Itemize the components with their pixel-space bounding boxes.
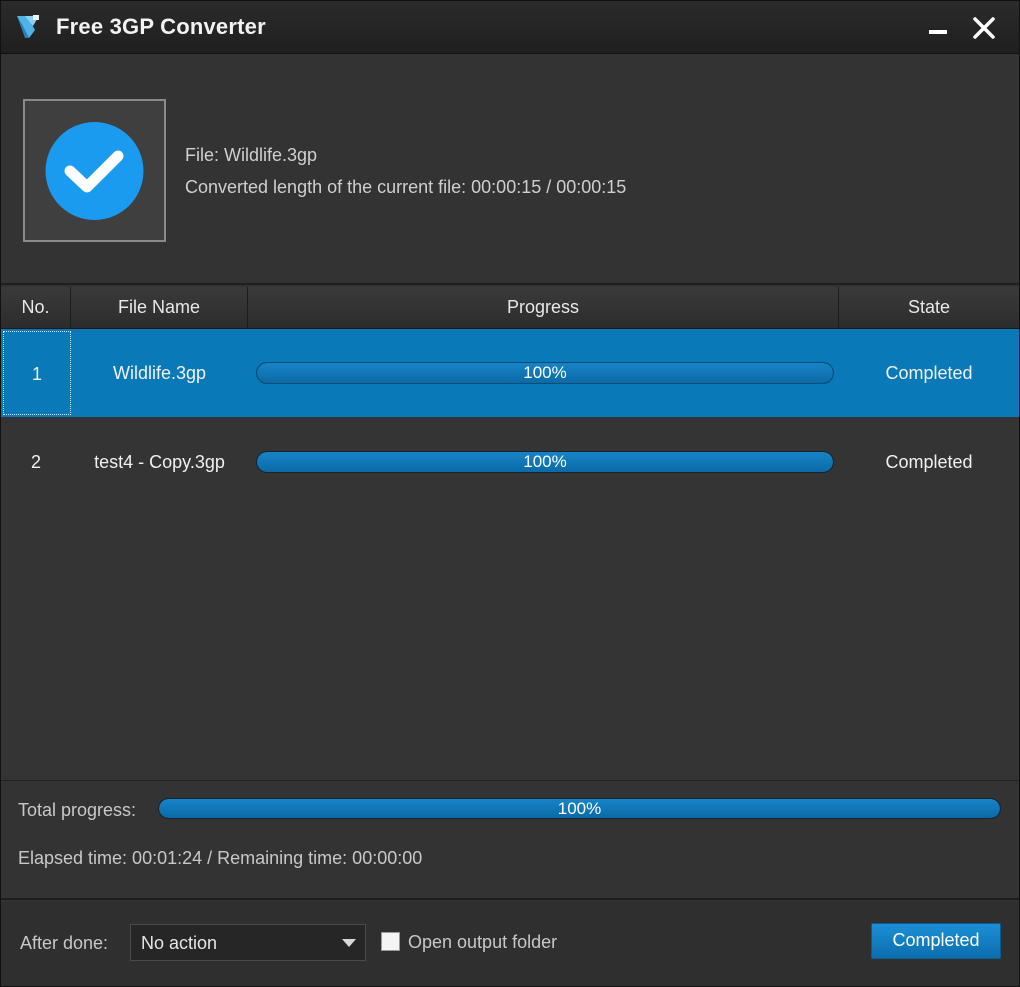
total-progress-bar: 100% [158, 798, 1001, 819]
row-file-name: test4 - Copy.3gp [94, 452, 225, 472]
table-row[interactable]: 1 Wildlife.3gp 100% Completed [1, 329, 1019, 417]
app-logo-icon [17, 15, 39, 38]
current-file-label: File: Wildlife.3gp [185, 145, 318, 165]
table-header: No. File Name Progress State [1, 287, 1019, 329]
current-file-info-panel: File: Wildlife.3gp Converted length of t… [1, 55, 1019, 285]
total-progress-label: Total progress: [18, 800, 137, 820]
row-progress-text: 100% [523, 363, 567, 382]
footer-bar: After done: No action Open output folder… [1, 902, 1019, 986]
window-title: Free 3GP Converter [56, 14, 266, 39]
title-bar[interactable]: Free 3GP Converter [1, 1, 1019, 54]
row-number: 2 [30, 452, 41, 472]
file-list: 1 Wildlife.3gp 100% Completed 2 test4 - … [1, 329, 1019, 781]
after-done-select[interactable]: No action [130, 924, 366, 961]
row-progress-text: 100% [523, 452, 567, 471]
row-file-name: Wildlife.3gp [112, 363, 207, 383]
column-header-no[interactable]: No. [1, 287, 71, 329]
close-icon[interactable] [969, 13, 999, 43]
converter-window: Free 3GP Converter File: Wildlife.3gp Co… [0, 0, 1020, 987]
checkmark-circle-icon [45, 122, 144, 220]
column-header-file-name[interactable]: File Name [71, 287, 248, 329]
row-progress-bar: 100% [256, 451, 834, 473]
row-state: Completed [885, 363, 973, 383]
after-done-label: After done: [20, 933, 109, 953]
table-row[interactable]: 2 test4 - Copy.3gp 100% Completed [1, 418, 1019, 506]
elapsed-time-label: Elapsed time: 00:01:24 / Remaining time:… [18, 848, 423, 868]
row-number: 1 [3, 331, 71, 415]
total-progress-text: 100% [557, 799, 602, 818]
completed-button[interactable]: Completed [871, 923, 1001, 959]
column-header-progress[interactable]: Progress [248, 287, 839, 329]
open-output-folder-checkbox[interactable] [381, 932, 400, 951]
chevron-down-icon[interactable] [342, 939, 356, 948]
converted-length-label: Converted length of the current file: 00… [185, 177, 627, 197]
total-progress-section: Total progress: 100% Elapsed time: 00:01… [1, 782, 1019, 900]
minimize-icon[interactable] [923, 13, 953, 43]
row-state: Completed [885, 452, 973, 472]
row-progress-bar: 100% [256, 362, 834, 384]
column-header-state[interactable]: State [839, 287, 1019, 329]
after-done-value: No action [141, 933, 218, 953]
open-output-folder-label[interactable]: Open output folder [408, 932, 557, 953]
status-thumbnail [23, 99, 166, 242]
